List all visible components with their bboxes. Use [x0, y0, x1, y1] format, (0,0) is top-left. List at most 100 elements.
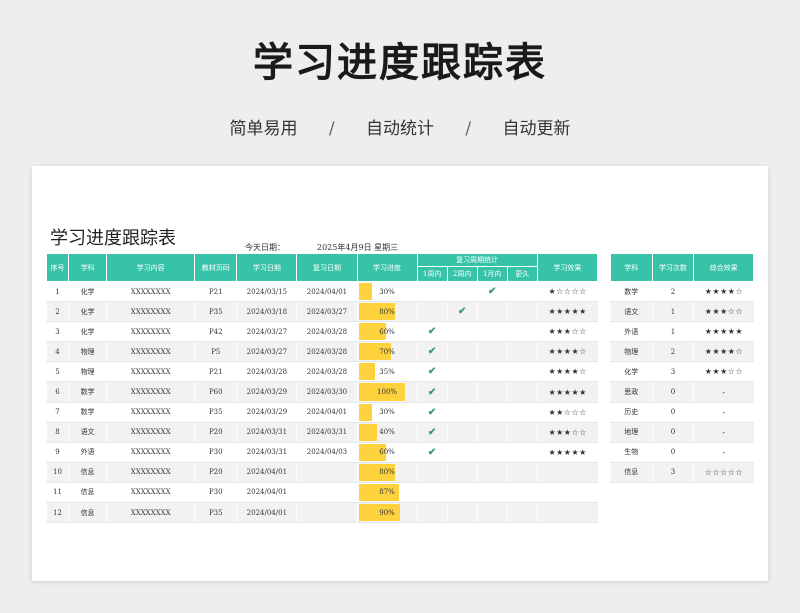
- summary-cell-subject[interactable]: 历史: [610, 402, 653, 423]
- cell-progress[interactable]: 90%: [356, 502, 418, 524]
- cell-progress[interactable]: 80%: [356, 301, 418, 323]
- cell-study-date[interactable]: 2024/03/31: [236, 442, 297, 463]
- cell-effect-stars[interactable]: ★★★★☆: [536, 361, 598, 383]
- summary-row[interactable]: 物理 2 ★★★★☆: [610, 341, 754, 363]
- table-row[interactable]: 3 化学 XXXXXXXX P42 2024/03/27 2024/03/28 60% ✔ ★★…: [45, 321, 598, 343]
- cell-within-2w[interactable]: [446, 422, 478, 443]
- cell-index[interactable]: 2: [45, 301, 69, 323]
- summary-cell-count[interactable]: 0: [651, 422, 694, 443]
- cell-longer[interactable]: [506, 402, 538, 423]
- summary-cell-subject[interactable]: 物理: [610, 341, 653, 363]
- summary-cell-count[interactable]: 0: [651, 402, 694, 423]
- cell-subject[interactable]: 数学: [68, 402, 107, 423]
- cell-within-1m[interactable]: [476, 321, 508, 343]
- cell-within-2w[interactable]: [446, 402, 478, 423]
- cell-progress[interactable]: 80%: [356, 462, 418, 483]
- summary-cell-effect[interactable]: ★★★☆☆: [693, 301, 754, 323]
- cell-within-1m[interactable]: [476, 442, 508, 463]
- table-row[interactable]: 6 数学 XXXXXXXX P60 2024/03/29 2024/03/30 100% ✔ ★…: [45, 381, 598, 403]
- cell-within-1w[interactable]: [416, 462, 448, 483]
- cell-effect-stars[interactable]: ★★★★★: [536, 442, 598, 463]
- table-row[interactable]: 11 信息 XXXXXXXX P30 2024/04/01 87%: [45, 482, 598, 504]
- cell-longer[interactable]: [506, 462, 538, 483]
- cell-index[interactable]: 7: [45, 402, 69, 423]
- cell-longer[interactable]: [506, 341, 538, 363]
- cell-within-1w[interactable]: [416, 301, 448, 323]
- cell-subject[interactable]: 信息: [68, 482, 107, 504]
- cell-study-date[interactable]: 2024/03/28: [236, 361, 297, 383]
- cell-review-date[interactable]: [296, 462, 357, 483]
- cell-longer[interactable]: [506, 422, 538, 443]
- col-header-longer[interactable]: 更久: [506, 266, 538, 282]
- cell-within-2w[interactable]: ✔: [446, 301, 478, 323]
- cell-page[interactable]: P21: [194, 361, 237, 383]
- cell-study-date[interactable]: 2024/03/18: [236, 301, 297, 323]
- cell-within-1w[interactable]: ✔: [416, 341, 448, 363]
- summary-cell-effect[interactable]: ☆☆☆☆☆: [693, 462, 754, 483]
- summary-cell-count[interactable]: 1: [651, 301, 694, 323]
- cell-within-2w[interactable]: [446, 361, 478, 383]
- cell-study-date[interactable]: 2024/03/31: [236, 422, 297, 443]
- summary-header-effect[interactable]: 综合效果: [693, 253, 754, 282]
- cell-subject[interactable]: 化学: [68, 321, 107, 343]
- cell-longer[interactable]: [506, 381, 538, 403]
- summary-cell-effect[interactable]: -: [693, 422, 754, 443]
- summary-cell-effect[interactable]: ★★★★☆: [693, 341, 754, 363]
- cell-within-1w[interactable]: [416, 281, 448, 303]
- cell-within-1w[interactable]: ✔: [416, 402, 448, 423]
- cell-within-1m[interactable]: [476, 502, 508, 524]
- summary-header-subject[interactable]: 学科: [610, 253, 653, 282]
- cell-index[interactable]: 8: [45, 422, 69, 443]
- cell-subject[interactable]: 物理: [68, 361, 107, 383]
- cell-index[interactable]: 10: [45, 462, 69, 483]
- cell-progress[interactable]: 100%: [356, 381, 418, 403]
- col-header-within-1w[interactable]: 1周内: [416, 266, 448, 282]
- cell-review-date[interactable]: 2024/03/27: [296, 301, 357, 323]
- table-row[interactable]: 5 物理 XXXXXXXX P21 2024/03/28 2024/03/28 35% ✔ ★★…: [45, 361, 598, 383]
- cell-longer[interactable]: [506, 281, 538, 303]
- cell-within-1w[interactable]: [416, 482, 448, 504]
- cell-effect-stars[interactable]: [536, 482, 598, 504]
- cell-longer[interactable]: [506, 502, 538, 524]
- cell-subject[interactable]: 数学: [68, 381, 107, 403]
- table-row[interactable]: 9 外语 XXXXXXXX P30 2024/03/31 2024/04/03 60% ✔ ★★…: [45, 442, 598, 463]
- col-header-progress[interactable]: 学习进度: [356, 253, 418, 282]
- cell-subject[interactable]: 化学: [68, 281, 107, 303]
- cell-content[interactable]: XXXXXXXX: [106, 422, 195, 443]
- col-header-within-1m[interactable]: 1月内: [476, 266, 508, 282]
- cell-content[interactable]: XXXXXXXX: [106, 502, 195, 524]
- cell-index[interactable]: 5: [45, 361, 69, 383]
- cell-review-date[interactable]: 2024/03/30: [296, 381, 357, 403]
- cell-progress[interactable]: 60%: [356, 321, 418, 343]
- cell-review-date[interactable]: [296, 502, 357, 524]
- cell-effect-stars[interactable]: ★★★★★: [536, 301, 598, 323]
- summary-header-count[interactable]: 学习次数: [651, 253, 695, 282]
- cell-index[interactable]: 6: [45, 381, 69, 403]
- cell-review-date[interactable]: 2024/03/28: [296, 321, 357, 343]
- summary-row[interactable]: 化学 3 ★★★☆☆: [610, 361, 754, 383]
- cell-within-1m[interactable]: [476, 482, 508, 504]
- summary-cell-subject[interactable]: 信息: [610, 462, 653, 483]
- cell-page[interactable]: P21: [194, 281, 237, 303]
- summary-cell-subject[interactable]: 思政: [610, 381, 653, 403]
- cell-page[interactable]: P30: [194, 442, 237, 463]
- summary-row[interactable]: 数学 2 ★★★★☆: [610, 281, 754, 303]
- cell-progress[interactable]: 30%: [356, 402, 418, 423]
- cell-study-date[interactable]: 2024/03/29: [236, 381, 297, 403]
- cell-content[interactable]: XXXXXXXX: [106, 482, 195, 504]
- cell-index[interactable]: 9: [45, 442, 69, 463]
- summary-cell-count[interactable]: 1: [651, 321, 694, 343]
- cell-content[interactable]: XXXXXXXX: [106, 462, 195, 483]
- summary-cell-count[interactable]: 0: [651, 381, 694, 403]
- cell-longer[interactable]: [506, 321, 538, 343]
- summary-row[interactable]: 历史 0-: [610, 402, 754, 423]
- cell-study-date[interactable]: 2024/04/01: [236, 482, 297, 504]
- cell-within-2w[interactable]: [446, 482, 478, 504]
- cell-review-date[interactable]: 2024/03/28: [296, 361, 357, 383]
- cell-index[interactable]: 3: [45, 321, 69, 343]
- cell-subject[interactable]: 化学: [68, 301, 107, 323]
- cell-effect-stars[interactable]: ★★★☆☆: [536, 321, 598, 343]
- summary-row[interactable]: 生物 0-: [610, 442, 754, 463]
- summary-row[interactable]: 语文 1 ★★★☆☆: [610, 301, 754, 323]
- cell-page[interactable]: P35: [194, 402, 237, 423]
